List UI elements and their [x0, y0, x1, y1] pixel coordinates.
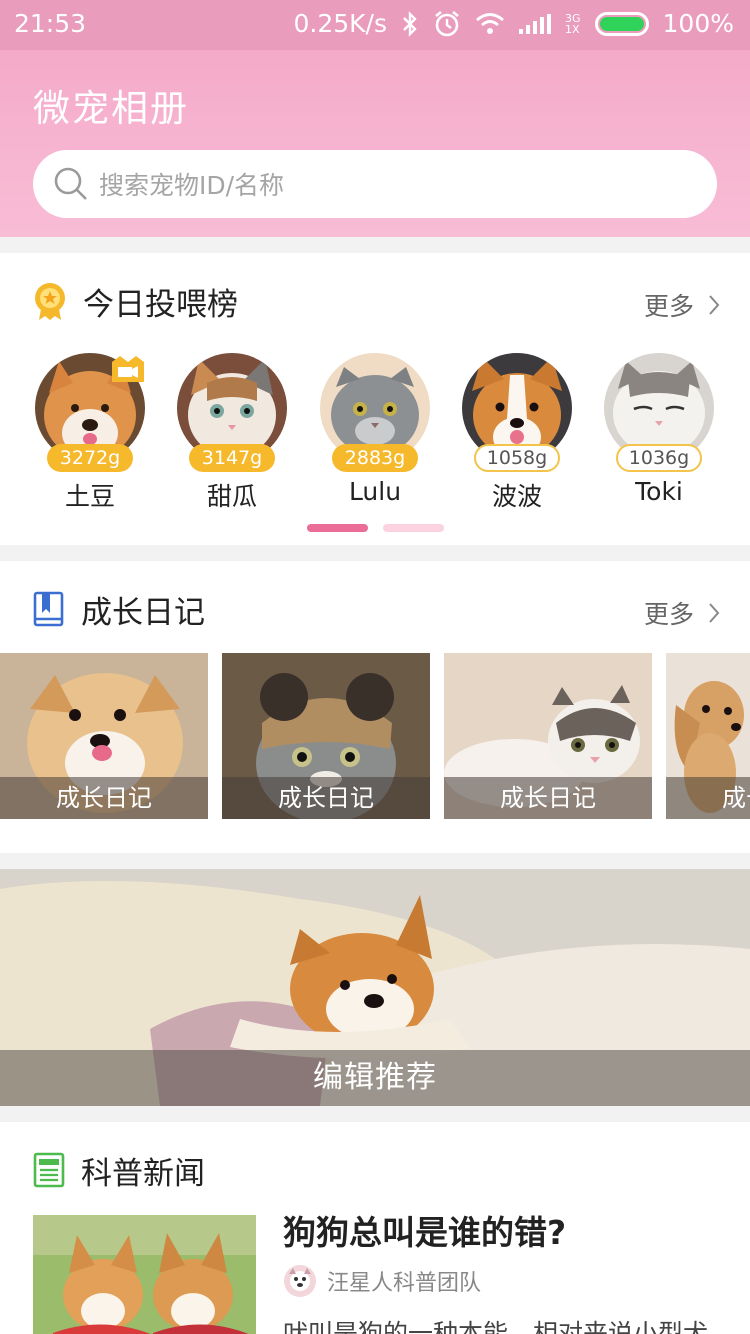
- status-bar: 21:53 0.25K/s 3G 1X 100%: [0, 0, 750, 50]
- feed-grams-badge: 1036g: [616, 444, 702, 472]
- feeding-ranking-header: 今日投喂榜: [33, 279, 238, 323]
- status-time: 21:53: [14, 9, 87, 38]
- feed-grams-badge: 1058g: [474, 444, 560, 472]
- pet-name: 波波: [491, 482, 542, 511]
- growth-diary-header: 成长日记: [33, 587, 205, 631]
- pet-name: 甜瓜: [206, 482, 257, 511]
- search-input[interactable]: 搜索宠物ID/名称: [33, 150, 717, 218]
- feeding-ranking-title: 今日投喂榜: [83, 286, 238, 323]
- book-icon: [33, 591, 64, 627]
- news-thumbnail[interactable]: [33, 1215, 256, 1334]
- pager-dot-active[interactable]: [307, 524, 368, 532]
- news-article-title[interactable]: 狗狗总叫是谁的错?: [283, 1206, 566, 1254]
- ranking-item[interactable]: 1036g Toki: [604, 353, 714, 506]
- growth-diary-title: 成长日记: [81, 594, 205, 631]
- network-speed: 0.25K/s: [293, 9, 387, 38]
- diary-label: 成长日记: [222, 777, 430, 819]
- diary-item[interactable]: 成长日记: [666, 653, 750, 819]
- feeding-ranking-more-button[interactable]: 更多: [644, 287, 720, 323]
- diary-item[interactable]: 成长日记: [444, 653, 652, 819]
- growth-diary-more-button[interactable]: 更多: [644, 595, 720, 631]
- app-header: 21:53 0.25K/s 3G 1X 100% 微宠相册 搜索宠物ID/名称: [0, 0, 750, 237]
- ranking-item[interactable]: 3272g 土豆: [35, 353, 145, 511]
- diary-label: 成长日记: [666, 777, 750, 819]
- diary-item[interactable]: 成长日记: [0, 653, 208, 819]
- ranking-pager: [307, 524, 444, 532]
- search-placeholder: 搜索宠物ID/名称: [99, 171, 285, 200]
- pager-dot[interactable]: [383, 524, 444, 532]
- ranking-item[interactable]: 2883g Lulu: [320, 353, 430, 506]
- editor-recommend-label: 编辑推荐: [0, 1050, 750, 1106]
- signal-icon: [518, 13, 551, 34]
- diary-label: 成长日记: [444, 777, 652, 819]
- alarm-icon: [435, 10, 459, 36]
- author-avatar: [284, 1265, 316, 1297]
- pet-name: Toki: [635, 477, 683, 506]
- status-indicators: 0.25K/s 3G 1X 100%: [293, 9, 734, 38]
- pet-name: Lulu: [348, 477, 402, 506]
- search-icon: [54, 167, 87, 200]
- video-badge-icon: [112, 356, 144, 382]
- science-news-title: 科普新闻: [81, 1155, 205, 1192]
- feed-grams-badge: 3147g: [189, 444, 275, 472]
- news-excerpt: 吠叫是狗的一种本能，相对来说小型犬: [283, 1319, 709, 1334]
- chevron-right-icon: [709, 603, 720, 623]
- news-icon: [33, 1152, 65, 1188]
- ranking-item[interactable]: 1058g 波波: [462, 353, 572, 511]
- chevron-right-icon: [709, 295, 720, 315]
- diary-label: 成长日记: [0, 777, 208, 819]
- bluetooth-icon: [403, 10, 417, 37]
- network-type: 3G 1X: [564, 11, 581, 36]
- growth-diary-list: 成长日记 成长日记 成长日记 成长日记: [0, 653, 750, 819]
- battery-level: 100%: [662, 9, 734, 38]
- growth-diary-card: 成长日记 更多 成长日记 成长日记 成长日记 成长日记: [0, 561, 750, 853]
- battery-icon: [594, 11, 649, 36]
- ranking-item[interactable]: 3147g 甜瓜: [177, 353, 287, 511]
- news-author: 汪星人科普团队: [283, 1264, 481, 1298]
- wifi-icon: [476, 12, 504, 34]
- medal-icon: [35, 283, 65, 320]
- feeding-ranking-card: 今日投喂榜 更多 3272g 土豆 3147g 甜瓜 2883g Lulu 10…: [0, 253, 750, 545]
- feed-grams-badge: 2883g: [332, 444, 418, 472]
- pet-name: 土豆: [64, 482, 115, 511]
- diary-item[interactable]: 成长日记: [222, 653, 430, 819]
- feeding-ranking-list: 3272g 土豆 3147g 甜瓜 2883g Lulu 1058g 波波 10…: [0, 353, 750, 513]
- feed-grams-badge: 3272g: [47, 444, 133, 472]
- page-title: 微宠相册: [33, 87, 189, 130]
- science-news-header: 科普新闻: [33, 1148, 205, 1192]
- editor-recommend-banner[interactable]: 编辑推荐: [0, 869, 750, 1106]
